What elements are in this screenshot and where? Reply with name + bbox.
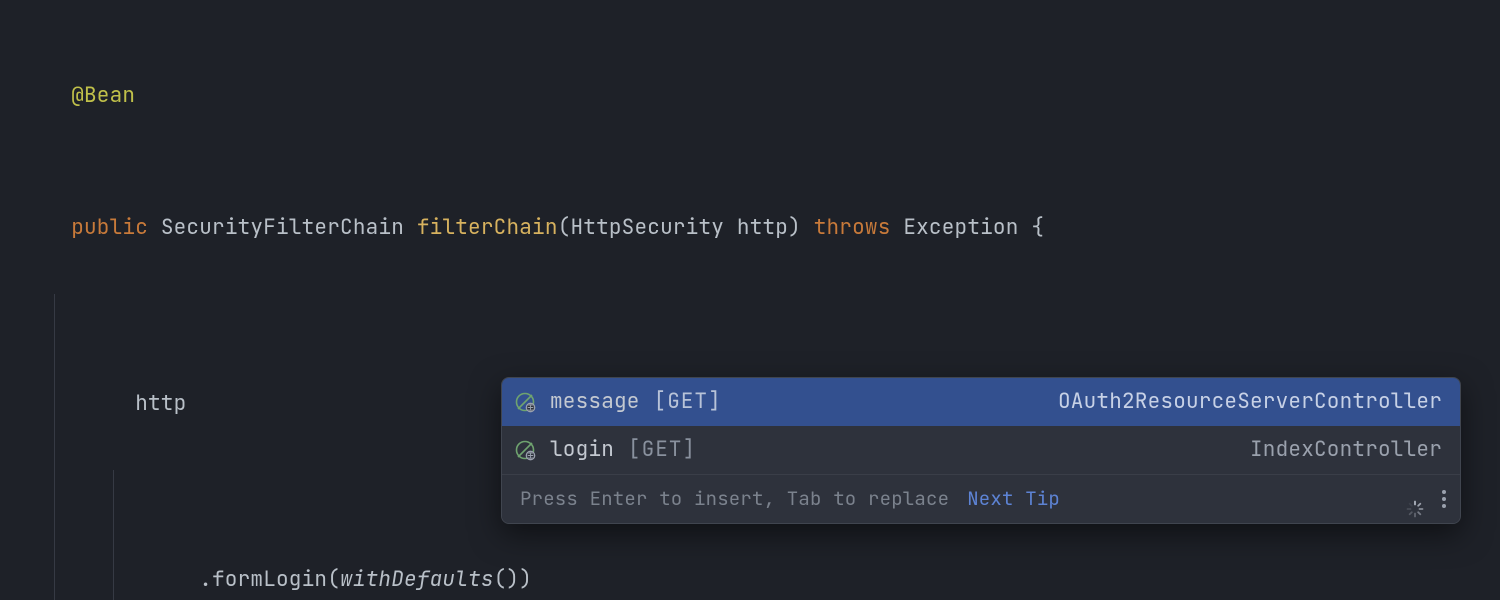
type: SecurityFilterChain (161, 214, 404, 241)
autocomplete-item-origin: IndexController (1250, 428, 1442, 472)
method-name: filterChain (417, 214, 558, 241)
code-editor[interactable]: @Bean public SecurityFilterChain filterC… (0, 0, 1500, 600)
autocomplete-item-name: login (550, 428, 614, 472)
autocomplete-item-method: [GET] (628, 428, 696, 472)
next-tip-link[interactable]: Next Tip (967, 477, 1060, 521)
param-type: HttpSecurity (570, 214, 724, 241)
param-name: http (737, 214, 788, 241)
autocomplete-item-origin: OAuth2ResourceServerController (1058, 380, 1442, 424)
argument: withDefaults (340, 566, 494, 593)
autocomplete-item-method: [GET] (654, 380, 722, 424)
autocomplete-item[interactable]: login [GET] IndexController (502, 426, 1460, 474)
endpoint-icon (514, 391, 536, 413)
loading-spinner-icon (1406, 490, 1424, 508)
keyword-throws: throws (814, 214, 891, 241)
annotation: @Bean (71, 82, 135, 109)
autocomplete-footer-hint: Press Enter to insert, Tab to replace (520, 477, 949, 521)
open-brace: { (1019, 214, 1045, 241)
autocomplete-item[interactable]: message [GET] OAuth2ResourceServerContro… (502, 378, 1460, 426)
code-line[interactable]: @Bean (20, 30, 1500, 162)
keyword-public: public (71, 214, 148, 241)
more-options-icon[interactable] (1442, 490, 1446, 508)
method-call: .formLogin (199, 566, 327, 593)
variable: http (135, 390, 186, 417)
autocomplete-item-name: message (550, 380, 640, 424)
code-line[interactable]: public SecurityFilterChain filterChain(H… (20, 162, 1500, 294)
endpoint-icon (514, 439, 536, 461)
exception-type: Exception (903, 214, 1018, 241)
autocomplete-footer: Press Enter to insert, Tab to replace Ne… (502, 474, 1460, 523)
autocomplete-popup[interactable]: message [GET] OAuth2ResourceServerContro… (501, 377, 1461, 524)
